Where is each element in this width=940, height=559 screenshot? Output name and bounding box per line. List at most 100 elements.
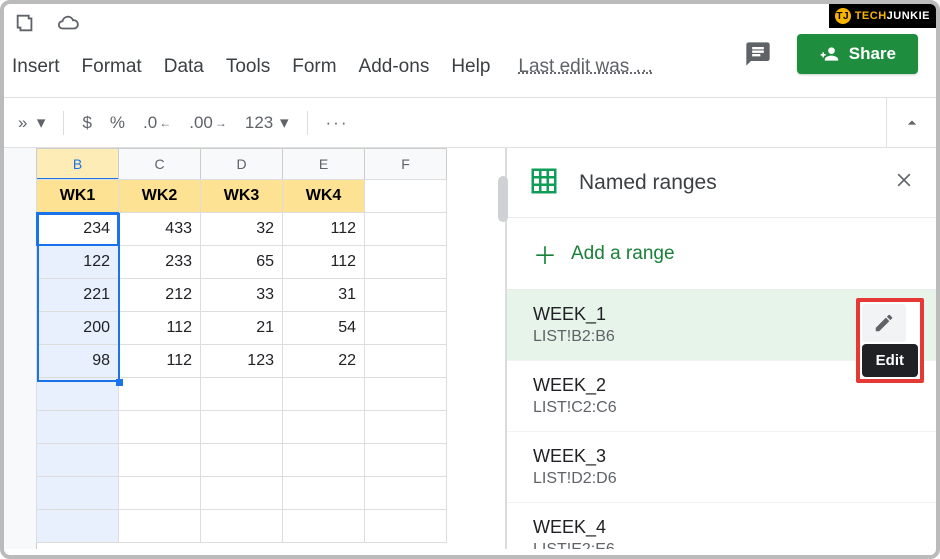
data-cell[interactable]: 200 (36, 311, 119, 345)
data-cell[interactable]: 22 (282, 344, 365, 378)
data-cell[interactable] (36, 476, 119, 510)
data-cell[interactable]: 112 (118, 311, 201, 345)
menu-format[interactable]: Format (82, 56, 142, 78)
named-range-name: WEEK_4 (533, 517, 910, 538)
percent-button[interactable]: % (110, 113, 125, 133)
data-cell[interactable] (118, 509, 201, 543)
data-cell[interactable]: 65 (200, 245, 283, 279)
data-cell[interactable]: 112 (282, 212, 365, 246)
data-cell[interactable] (364, 410, 447, 444)
data-cell[interactable]: 31 (282, 278, 365, 312)
close-sidebar-button[interactable] (894, 170, 914, 196)
data-cell[interactable] (282, 377, 365, 411)
data-cell[interactable] (118, 443, 201, 477)
data-cell[interactable] (364, 311, 447, 345)
sheets-logo-icon (529, 166, 559, 199)
named-range-reference: LIST!C2:C6 (533, 399, 910, 417)
data-cell[interactable]: 32 (200, 212, 283, 246)
header-cell[interactable]: WK4 (282, 179, 365, 213)
data-cell[interactable]: 123 (200, 344, 283, 378)
cloud-status-icon[interactable] (54, 12, 82, 37)
data-cell[interactable]: 221 (36, 278, 119, 312)
data-cell[interactable] (364, 245, 447, 279)
increase-decimal-button[interactable]: .00→ (189, 113, 227, 133)
collapse-toolbar-button[interactable] (886, 98, 936, 147)
named-range-item[interactable]: WEEK_3LIST!D2:D6 (507, 432, 936, 503)
data-cell[interactable] (36, 509, 119, 543)
data-cell[interactable]: 112 (118, 344, 201, 378)
add-range-button[interactable]: ＋ Add a range (507, 218, 936, 290)
decrease-decimal-button[interactable]: .0← (143, 113, 171, 133)
data-cell[interactable] (364, 278, 447, 312)
more-tools-button[interactable]: ··· (326, 113, 349, 133)
edit-range-button[interactable] (862, 304, 906, 342)
data-cell[interactable]: 234 (36, 212, 119, 246)
named-range-item[interactable]: WEEK_1LIST!B2:B6Edit (507, 290, 936, 361)
data-cell[interactable]: 54 (282, 311, 365, 345)
named-range-reference: LIST!B2:B6 (533, 328, 910, 346)
data-cell[interactable] (282, 509, 365, 543)
data-cell[interactable]: 33 (200, 278, 283, 312)
data-cell[interactable] (364, 476, 447, 510)
header-cell[interactable]: WK2 (118, 179, 201, 213)
data-cell[interactable]: 98 (36, 344, 119, 378)
data-cell[interactable] (282, 443, 365, 477)
data-cell[interactable] (200, 509, 283, 543)
data-cell[interactable] (118, 377, 201, 411)
data-cell[interactable]: 433 (118, 212, 201, 246)
data-cell[interactable]: 112 (282, 245, 365, 279)
menu-addons[interactable]: Add-ons (359, 56, 430, 78)
data-cell[interactable] (36, 377, 119, 411)
data-cell[interactable] (36, 410, 119, 444)
data-cell[interactable]: 212 (118, 278, 201, 312)
data-cell[interactable] (364, 377, 447, 411)
data-cell[interactable]: 233 (118, 245, 201, 279)
data-cell[interactable]: 122 (36, 245, 119, 279)
column-header[interactable]: C (118, 148, 201, 180)
column-header[interactable]: F (364, 148, 447, 180)
header-cell[interactable] (364, 179, 447, 213)
data-cell[interactable] (36, 443, 119, 477)
menu-form[interactable]: Form (292, 56, 336, 78)
spreadsheet-grid[interactable]: BCDEF WK1WK2WK3WK42344333211212223365112… (4, 148, 506, 549)
menu-tools[interactable]: Tools (226, 56, 270, 78)
plus-icon: ＋ (533, 236, 557, 271)
menu-help[interactable]: Help (451, 56, 490, 78)
data-cell[interactable] (200, 377, 283, 411)
currency-button[interactable]: $ (82, 113, 91, 133)
column-header[interactable]: B (36, 148, 119, 180)
data-cell[interactable] (200, 443, 283, 477)
pencil-icon (873, 312, 895, 334)
share-button[interactable]: Share (797, 34, 918, 74)
data-cell[interactable] (364, 344, 447, 378)
last-edit-link[interactable]: Last edit was … (518, 56, 653, 78)
header-cell[interactable]: WK1 (36, 179, 119, 213)
number-format-dropdown[interactable]: 123 ▾ (245, 113, 289, 133)
named-range-item[interactable]: WEEK_4 LIST!E2:E6 (507, 503, 936, 549)
menu-data[interactable]: Data (164, 56, 204, 78)
share-label: Share (849, 44, 896, 64)
star-icon[interactable] (14, 12, 36, 37)
named-range-reference: LIST!E2:E6 (533, 541, 910, 549)
data-cell[interactable] (282, 476, 365, 510)
data-cell[interactable] (200, 476, 283, 510)
data-cell[interactable] (364, 212, 447, 246)
data-cell[interactable] (282, 410, 365, 444)
named-range-item[interactable]: WEEK_2LIST!C2:C6 (507, 361, 936, 432)
person-add-icon (819, 44, 839, 64)
menu-insert[interactable]: Insert (12, 56, 60, 78)
chevron-up-icon (902, 113, 922, 133)
column-header[interactable]: D (200, 148, 283, 180)
column-header[interactable]: E (282, 148, 365, 180)
data-cell[interactable] (118, 410, 201, 444)
font-size-dropdown[interactable]: » ▾ (18, 113, 45, 133)
data-cell[interactable] (364, 443, 447, 477)
data-cell[interactable] (364, 509, 447, 543)
data-cell[interactable]: 21 (200, 311, 283, 345)
comments-icon[interactable] (743, 39, 773, 69)
named-ranges-panel: Named ranges ＋ Add a range WEEK_1LIST!B2… (506, 148, 936, 549)
data-cell[interactable] (118, 476, 201, 510)
data-cell[interactable] (200, 410, 283, 444)
header-cell[interactable]: WK3 (200, 179, 283, 213)
scrollbar-thumb[interactable] (498, 176, 508, 222)
